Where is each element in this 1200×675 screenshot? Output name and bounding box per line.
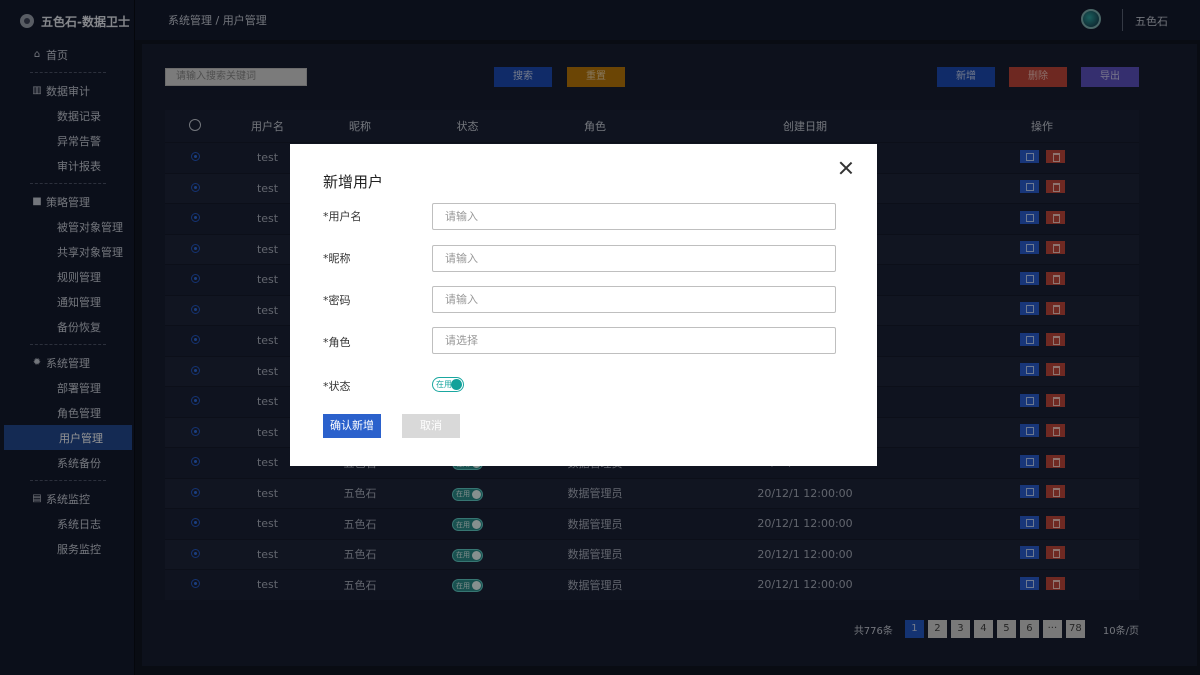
username-input[interactable]: 请输入	[432, 203, 836, 230]
status-toggle[interactable]: 在用	[432, 377, 464, 392]
password-input[interactable]: 请输入	[432, 286, 836, 313]
username-label: *用户名	[323, 210, 362, 223]
role-select[interactable]: 请选择	[432, 327, 836, 354]
role-label: *角色	[323, 336, 351, 349]
nickname-input[interactable]: 请输入	[432, 245, 836, 272]
add-user-dialog: 新增用户 *用户名 请输入 *昵称 请输入 *密码 请输入 *角色 请选择 *状…	[290, 144, 877, 466]
dialog-title: 新增用户	[323, 173, 384, 191]
confirm-add-button[interactable]: 确认新增	[323, 414, 381, 438]
status-label: *状态	[323, 380, 351, 393]
password-label: *密码	[323, 294, 351, 307]
nickname-label: *昵称	[323, 252, 351, 265]
cancel-button[interactable]: 取消	[402, 414, 460, 438]
close-icon[interactable]	[839, 161, 853, 175]
